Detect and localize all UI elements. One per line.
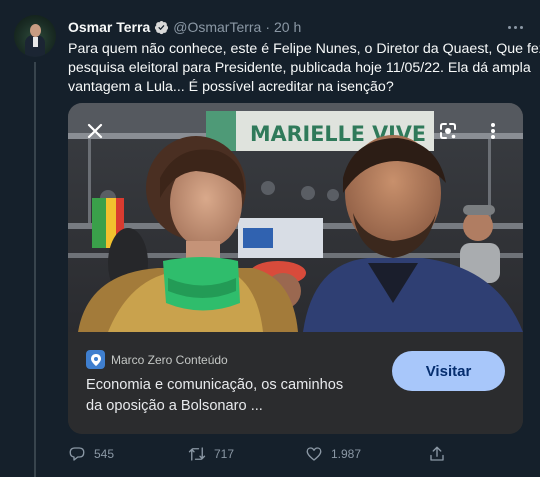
author-name[interactable]: Osmar Terra [68, 19, 150, 35]
author-handle[interactable]: @OsmarTerra [173, 19, 261, 35]
reply-count: 545 [94, 447, 115, 461]
tweet-text-line: pesquisa eleitoral para Presidente, publ… [68, 60, 531, 76]
like-button[interactable]: 1.987 [305, 444, 361, 464]
tweet-text: Para quem não conhece, este é Felipe Nun… [68, 40, 540, 97]
retweet-icon [188, 447, 206, 461]
link-preview-card[interactable]: MARIELLE VIVE Marco Zero Conteúdo Econom… [68, 103, 523, 434]
tweet[interactable]: Osmar Terra @OsmarTerra · 20 h Para quem… [0, 0, 540, 477]
headline-line: da oposição a Bolsonaro ... [86, 398, 263, 414]
thread-line [34, 62, 36, 477]
close-icon[interactable] [80, 116, 110, 146]
visit-button[interactable]: Visitar [392, 351, 505, 391]
card-headline[interactable]: Economia e comunicação, os caminhos da o… [86, 375, 386, 417]
google-lens-icon[interactable] [433, 116, 463, 146]
site-info: Marco Zero Conteúdo [86, 350, 228, 369]
site-favicon-icon [86, 350, 105, 369]
avatar[interactable] [14, 15, 56, 57]
more-vertical-icon[interactable] [478, 116, 508, 146]
tweet-time[interactable]: 20 h [274, 19, 301, 35]
more-horizontal-icon[interactable] [506, 18, 524, 36]
share-button[interactable] [428, 444, 446, 464]
verified-badge-icon [155, 20, 169, 34]
link-details[interactable]: Marco Zero Conteúdo Economia e comunicaç… [68, 332, 523, 434]
retweet-count: 717 [214, 447, 235, 461]
headline-line: Economia e comunicação, os caminhos [86, 377, 344, 393]
reply-icon [69, 447, 85, 461]
like-count: 1.987 [331, 447, 362, 461]
header-separator: · [265, 19, 271, 35]
tweet-text-line: vantagem a Lula... É possível acreditar … [68, 79, 394, 95]
tweet-header: Osmar Terra @OsmarTerra · 20 h [68, 18, 301, 36]
reply-button[interactable]: 545 [68, 444, 114, 464]
tweet-text-line: Para quem não conhece, este é Felipe Nun… [68, 41, 540, 57]
heart-icon [306, 447, 322, 461]
tweet-actions: 545 717 1.987 [68, 444, 468, 464]
retweet-button[interactable]: 717 [188, 444, 234, 464]
share-icon [430, 446, 444, 461]
site-name: Marco Zero Conteúdo [111, 352, 228, 367]
